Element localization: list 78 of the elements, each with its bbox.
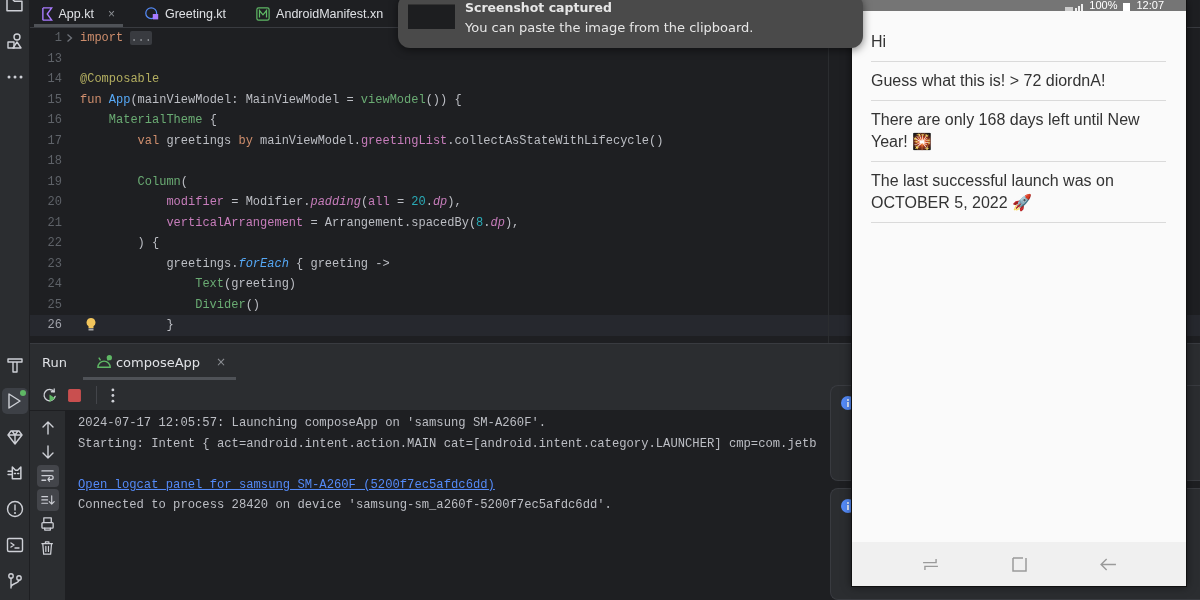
code-line: import ... <box>80 30 153 47</box>
rerun-icon[interactable] <box>42 387 57 403</box>
signal-icon <box>1065 3 1084 11</box>
trash-icon <box>41 541 54 555</box>
code-line: modifier = Modifier.padding(all = 20.dp), <box>166 194 462 211</box>
arrow-up-icon <box>41 421 54 435</box>
gem-icon <box>6 429 23 445</box>
code-line: } <box>166 317 174 334</box>
line-number: 16 <box>47 112 62 129</box>
cat-icon <box>6 466 23 480</box>
console-tool-button[interactable] <box>36 465 59 487</box>
code-line: greetings.forEach { greeting -> <box>166 255 390 273</box>
panel-title: Run <box>42 354 67 370</box>
code-line: Text(greeting) <box>195 276 297 293</box>
toast-message: You can paste the image from the clipboard. <box>465 20 754 35</box>
battery-icon <box>1123 3 1131 11</box>
line-number: 26 <box>47 317 62 334</box>
more-icon <box>6 75 23 79</box>
screenshot-thumbnail <box>408 4 455 29</box>
greeting-text: Hi <box>871 23 1166 62</box>
line-number: 22 <box>47 235 62 252</box>
more-icon[interactable] <box>111 387 115 403</box>
stop-icon[interactable] <box>67 387 82 403</box>
console-tool-button[interactable] <box>36 489 59 511</box>
run-tab[interactable]: composeApp × <box>82 344 237 380</box>
greeting-text: Guess what this is! > 72 diordnA! <box>871 62 1166 101</box>
code-line: ) { <box>137 235 160 252</box>
greeting-text: There are only 168 days left until New Year! 🎇 <box>871 101 1166 162</box>
code-line: val greetings by mainViewModel.greetingList.collectAsStateWithLifecycle() <box>137 132 664 150</box>
line-number: 14 <box>47 71 62 88</box>
hammer-icon <box>6 357 23 373</box>
status-time: 12:07 <box>1136 0 1164 11</box>
line-number: 15 <box>47 91 62 109</box>
line-number: 23 <box>47 255 62 273</box>
console-line: 2024-07-17 12:05:57: Launching composeApp on 'samsung SM-A260F'. <box>78 415 547 432</box>
editor-tab[interactable]: Greeting.kt <box>136 0 235 27</box>
kotlin-file-icon <box>42 6 53 21</box>
line-number: 18 <box>47 153 62 170</box>
greeting-text: The last successful launch was on OCTOBER 5, 2022 🚀 <box>871 162 1166 223</box>
close-icon[interactable]: × <box>107 6 115 21</box>
code-line: verticalArrangement = Arrangement.spacedBy(8.dp), <box>166 214 520 232</box>
branch-icon <box>7 573 22 589</box>
logcat-link[interactable]: Open logcat panel for samsung SM-A260F (5200f7ec5afdc6dd) <box>78 477 495 492</box>
fold-chevron-icon[interactable] <box>66 34 72 43</box>
lightbulb-icon[interactable] <box>86 318 96 331</box>
battery-percent: 100% <box>1089 0 1118 11</box>
android-icon <box>96 355 112 369</box>
terminal-icon <box>6 538 23 552</box>
run-icon <box>8 393 21 409</box>
line-number: 24 <box>47 276 62 293</box>
tool-window-button[interactable] <box>1 388 28 414</box>
code-line: Column( <box>137 173 189 191</box>
folder-icon <box>6 0 23 12</box>
toast-title: Screenshot captured <box>465 1 613 15</box>
line-number: 13 <box>47 50 62 68</box>
manifest-file-icon <box>256 6 271 21</box>
console-line: Connected to process 28420 on device 'samsung-sm_a260f-5200f7ec5afdc6dd'. <box>78 497 612 515</box>
code-line: fun App(mainViewModel: MainViewModel = viewModel()) { <box>80 91 462 109</box>
line-number: 1 <box>54 30 62 47</box>
code-line: MaterialTheme { <box>108 112 217 129</box>
line-number: 17 <box>47 132 62 150</box>
kotlin-class-icon <box>144 6 159 21</box>
scroll-to-end-icon <box>40 495 55 505</box>
shapes-icon <box>6 33 23 49</box>
soft-wrap-icon <box>40 470 55 482</box>
line-number: 21 <box>47 214 62 232</box>
code-line: Divider() <box>195 296 261 314</box>
line-number: 19 <box>47 173 62 191</box>
line-number: 25 <box>47 296 62 314</box>
print-icon <box>40 517 55 531</box>
console-line: Starting: Intent { act=android.intent.action.MAIN cat=[android.intent.category.LAUNCHER] cmp=com.jetb <box>78 435 817 453</box>
line-number: 20 <box>47 194 62 211</box>
editor-tab[interactable]: AndroidManifest.xn <box>248 0 384 27</box>
editor-tab[interactable]: App.kt × <box>34 0 123 27</box>
close-icon[interactable]: × <box>216 355 227 369</box>
code-line: @Composable <box>80 71 160 88</box>
warning-icon <box>6 501 23 517</box>
arrow-down-icon <box>41 445 54 459</box>
